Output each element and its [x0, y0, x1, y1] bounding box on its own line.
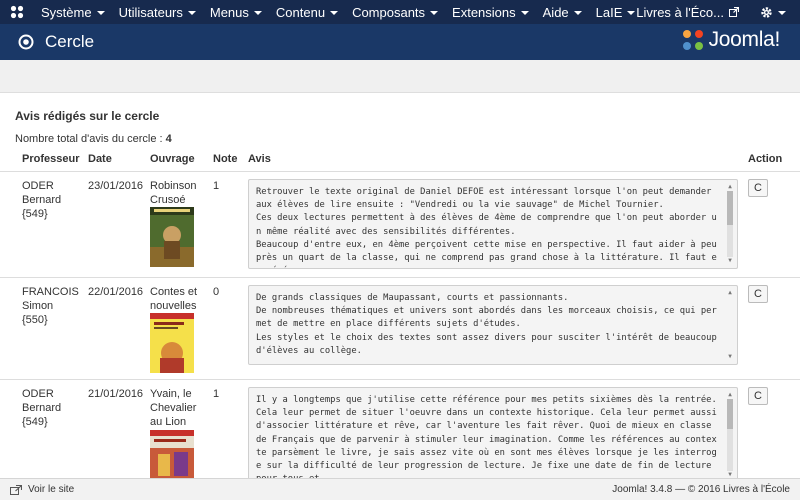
note-cell: 0 — [213, 286, 220, 298]
date-cell: 22/01/2016 — [88, 286, 144, 298]
menu-systeme[interactable]: Système — [34, 0, 112, 24]
col-avis: Avis — [248, 153, 271, 165]
note-cell: 1 — [213, 388, 220, 400]
scroll-down-icon[interactable]: ▼ — [725, 257, 735, 265]
menu-utilisateurs[interactable]: Utilisateurs — [112, 0, 203, 24]
caret-down-icon — [573, 11, 582, 15]
action-c-button[interactable]: C — [748, 179, 768, 197]
table-row: ODER Bernard {549} 21/01/2016 Yvain, le … — [0, 379, 800, 478]
scroll-thumb[interactable] — [727, 191, 733, 225]
scroll-thumb[interactable] — [727, 399, 733, 429]
professeur-cell: ODER Bernard {549} — [22, 180, 62, 220]
scrollbar[interactable]: ▲ ▼ — [725, 289, 735, 361]
caret-down-icon — [187, 11, 196, 15]
col-date: Date — [88, 153, 112, 165]
settings-menu[interactable] — [746, 0, 800, 24]
status-footer: Voir le site Joomla! 3.4.8 — © 2016 Livr… — [0, 478, 800, 500]
circle-target-icon — [18, 34, 34, 50]
table-header: Professeur Date Ouvrage Note Avis Action — [0, 153, 800, 171]
external-link-icon — [729, 7, 739, 17]
scroll-up-icon[interactable]: ▲ — [725, 183, 735, 191]
table-row: ODER Bernard {549} 23/01/2016 Robinson C… — [0, 171, 800, 277]
caret-down-icon — [430, 11, 439, 15]
footer-version: Joomla! 3.4.8 — © 2016 Livres à l'École — [612, 484, 790, 495]
main-content: Avis rédigés sur le cercle Nombre total … — [0, 93, 800, 478]
total-count: Nombre total d'avis du cercle : 4 — [15, 133, 172, 145]
caret-down-icon — [778, 11, 786, 15]
menu-menus[interactable]: Menus — [203, 0, 269, 24]
note-cell: 1 — [213, 180, 220, 192]
scrollbar[interactable]: ▲ ▼ — [725, 391, 735, 478]
col-action: Action — [748, 153, 783, 165]
ouvrage-cell[interactable]: Robinson Crusoé — [150, 179, 196, 207]
scrollbar[interactable]: ▲ ▼ — [725, 183, 735, 265]
menu-contenu[interactable]: Contenu — [269, 0, 345, 24]
avis-textarea[interactable]: Il y a longtemps que j'utilise cette réf… — [248, 387, 738, 478]
scroll-up-icon[interactable]: ▲ — [725, 289, 735, 297]
toolbar — [0, 60, 800, 93]
ouvrage-cell[interactable]: Contes et nouvelles — [150, 285, 197, 313]
action-c-button[interactable]: C — [748, 285, 768, 303]
table-row: FRANCOIS Simon {550} 22/01/2016 Contes e… — [0, 277, 800, 379]
book-cover-image[interactable] — [150, 430, 194, 478]
joomla-logo-icon — [682, 30, 703, 50]
section-title: Avis rédigés sur le cercle — [15, 109, 160, 123]
caret-down-icon — [520, 11, 529, 15]
view-site-link[interactable]: Voir le site — [10, 484, 74, 495]
top-navbar: Système Utilisateurs Menus Contenu Compo… — [0, 0, 800, 24]
caret-down-icon — [96, 11, 105, 15]
caret-down-icon — [330, 11, 339, 15]
col-professeur: Professeur — [22, 153, 80, 165]
scroll-down-icon[interactable]: ▼ — [725, 471, 735, 478]
joomla-icon[interactable] — [0, 0, 34, 24]
scroll-down-icon[interactable]: ▼ — [725, 353, 735, 361]
site-link[interactable]: Livres à l'Éco... — [629, 0, 746, 24]
date-cell: 21/01/2016 — [88, 388, 144, 400]
professeur-cell: FRANCOIS Simon {550} — [22, 286, 79, 326]
page-title: Cercle — [45, 32, 95, 51]
avis-textarea[interactable]: De grands classiques de Maupassant, cour… — [248, 285, 738, 365]
col-note: Note — [213, 153, 238, 165]
menu-aide[interactable]: Aide — [536, 0, 589, 24]
external-link-icon — [10, 484, 22, 495]
menu-composants[interactable]: Composants — [345, 0, 445, 24]
caret-down-icon — [253, 11, 262, 15]
book-cover-image[interactable] — [150, 313, 194, 373]
avis-textarea[interactable]: Retrouver le texte original de Daniel DE… — [248, 179, 738, 269]
joomla-brand: Joomla! — [681, 28, 780, 52]
book-cover-image[interactable] — [150, 207, 194, 267]
col-ouvrage: Ouvrage — [150, 153, 195, 165]
date-cell: 23/01/2016 — [88, 180, 144, 192]
menu-extensions[interactable]: Extensions — [445, 0, 536, 24]
professeur-cell: ODER Bernard {549} — [22, 388, 62, 428]
action-c-button[interactable]: C — [748, 387, 768, 405]
gear-icon — [761, 6, 772, 18]
title-bar: Cercle Joomla! — [0, 24, 800, 60]
ouvrage-cell[interactable]: Yvain, le Chevalier au Lion — [150, 387, 196, 429]
scroll-up-icon[interactable]: ▲ — [725, 391, 735, 399]
